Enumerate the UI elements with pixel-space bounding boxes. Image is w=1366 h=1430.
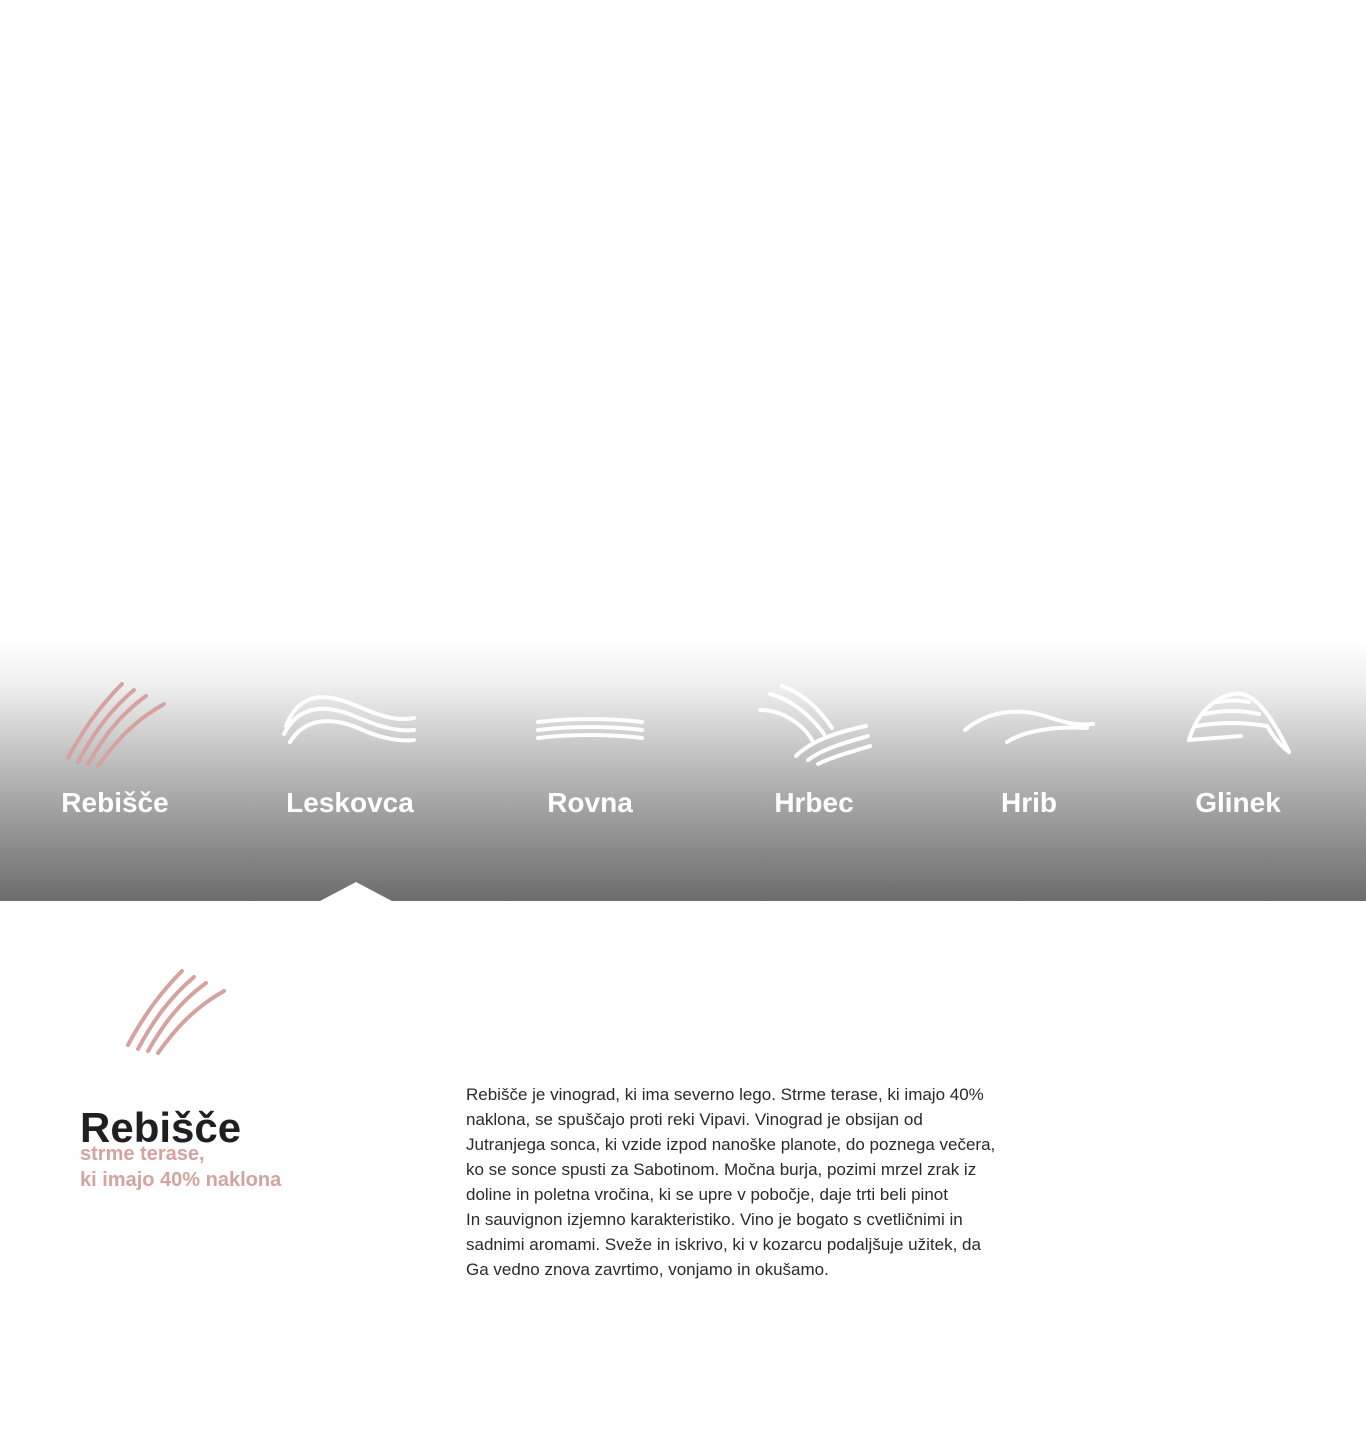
vineyard-detail: Rebišče strme terase, ki imajo 40% naklo…: [0, 901, 1366, 1430]
tab-label: Hrbec: [774, 787, 854, 818]
tab-label: Glinek: [1195, 787, 1281, 818]
description-line: Ga vedno znova zavrtimo, vonjamo in okuš…: [466, 1260, 829, 1279]
description-line: Jutranjega sonca, ki vzide izpod nanoške…: [466, 1135, 996, 1154]
tab-label: Leskovca: [286, 787, 414, 818]
tab-label: Hrib: [1001, 787, 1057, 818]
layered-hill-icon: [1187, 691, 1291, 754]
tab-leskovca[interactable]: Leskovca: [250, 680, 450, 840]
description-line: ko se sonce spusti za Sabotinom. Močna b…: [466, 1160, 977, 1179]
vineyard-tabs: Rebišče Leskovca Rovna Hrbec Hrib Glinek: [0, 640, 1366, 901]
hero-image-area: [0, 0, 1366, 640]
subtitle-line: strme terase,: [80, 1143, 205, 1165]
tab-glinek[interactable]: Glinek: [1138, 680, 1338, 840]
active-tab-pointer: [320, 882, 392, 901]
detail-description: Rebišče je vinograd, ki ima severno lego…: [466, 1082, 1046, 1282]
tab-label: Rovna: [547, 787, 633, 818]
description-line: sadnimi aromami. Sveže in iskrivo, ki v …: [466, 1235, 981, 1254]
tab-label: Rebišče: [61, 787, 169, 818]
diagonal-lines-icon: [66, 682, 166, 768]
hill-curves-icon: [963, 709, 1095, 744]
subtitle-line: ki imajo 40% naklona: [80, 1169, 282, 1191]
flat-lines-icon: [536, 717, 644, 740]
ridge-lines-icon: [758, 684, 872, 766]
tab-rebisce[interactable]: Rebišče: [15, 680, 215, 840]
tab-hrib[interactable]: Hrib: [929, 680, 1129, 840]
tab-hrbec[interactable]: Hrbec: [714, 680, 914, 840]
description-line: naklona, se spuščajo proti reki Vipavi. …: [466, 1110, 923, 1129]
description-line: Rebišče je vinograd, ki ima severno lego…: [466, 1085, 984, 1104]
detail-subtitle: strme terase, ki imajo 40% naklona: [80, 1141, 400, 1193]
description-line: In sauvignon izjemno karakteristiko. Vin…: [466, 1210, 963, 1229]
diagonal-lines-icon: [126, 969, 226, 1055]
wave-lines-icon: [282, 695, 416, 744]
description-line: doline in poletna vročina, ki se upre v …: [466, 1185, 948, 1204]
tab-rovna[interactable]: Rovna: [490, 680, 690, 840]
